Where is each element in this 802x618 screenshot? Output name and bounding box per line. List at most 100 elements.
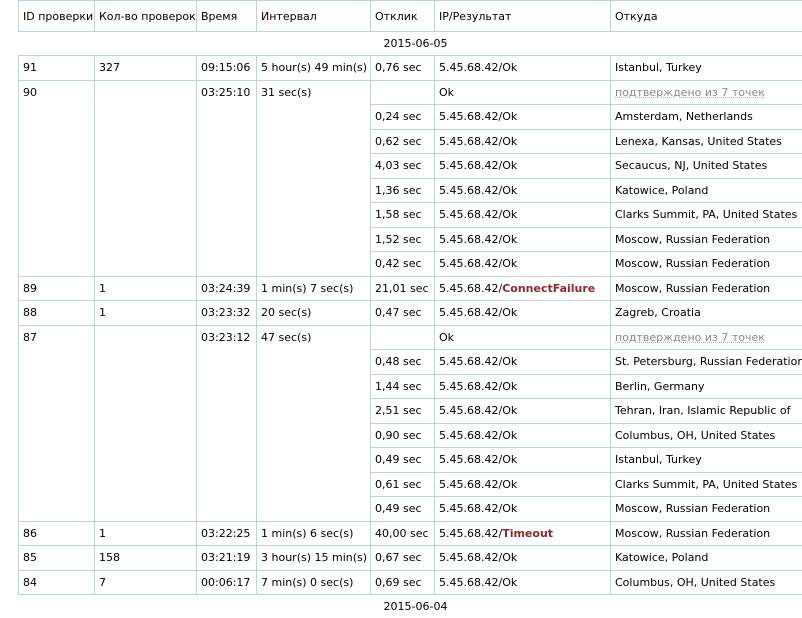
check-interval [256, 129, 371, 154]
check-id [18, 227, 95, 252]
check-subrow: 0,90 sec 5.45.68.42/Ok Columbus, OH, Unite… [18, 422, 802, 448]
check-count: 7 [94, 569, 197, 595]
check-location: Istanbul, Turkey [610, 55, 802, 81]
check-time [196, 423, 257, 448]
table-body: 2015-06-05 91 327 09:15:06 5 hour(s) 49 min(… [18, 31, 802, 618]
check-interval [256, 251, 371, 277]
check-ip-result: 5.45.68.42/Timeout [434, 520, 611, 546]
check-row: 86 1 03:22:25 1 min(s) 6 sec(s) 40,00 sec 5.4… [18, 520, 802, 546]
check-count [94, 324, 197, 350]
check-response: 0,76 sec [370, 55, 435, 81]
check-time: 03:23:32 [196, 300, 257, 326]
check-location: Clarks Summit, PA, United States [610, 202, 802, 228]
check-subrow: 0,62 sec 5.45.68.42/Ok Lenexa, Kansas, Uni… [18, 128, 802, 154]
check-time: 03:25:10 [196, 79, 257, 105]
check-location: Berlin, Germany [610, 373, 802, 399]
check-count: 1 [94, 300, 197, 326]
date-separator: 2015-06-05 [18, 31, 802, 56]
check-count [94, 104, 197, 129]
check-interval: 5 hour(s) 49 min(s) [256, 55, 371, 81]
check-interval: 1 min(s) 7 sec(s) [256, 275, 371, 301]
check-ip-result: 5.45.68.42/Ok [434, 447, 611, 473]
check-subrow: 0,49 sec 5.45.68.42/Ok Moscow, Russian Fed… [18, 496, 802, 522]
check-id [18, 178, 95, 203]
check-count [94, 202, 197, 227]
check-row: 91 327 09:15:06 5 hour(s) 49 min(s) 0,76 sec… [18, 55, 802, 81]
table-header-row: ID проверки Кол-во проверок Время Интерв… [18, 0, 802, 32]
check-time [196, 153, 257, 178]
confirm-link[interactable]: подтверждено из 7 точек [610, 324, 802, 350]
check-time [196, 374, 257, 399]
check-response: 21,01 sec [370, 275, 435, 301]
check-subrow: 2,51 sec 5.45.68.42/Ok Tehran, Iran, Islam… [18, 398, 802, 424]
check-row: 89 1 03:24:39 1 min(s) 7 sec(s) 21,01 sec 5.4… [18, 275, 802, 301]
checks-table-container: ID проверки Кол-во проверок Время Интерв… [0, 0, 802, 618]
ok-result: Ok [502, 551, 518, 565]
check-id: 86 [18, 520, 95, 546]
check-interval [256, 472, 371, 497]
check-subrow: 1,52 sec 5.45.68.42/Ok Moscow, Russian Fed… [18, 226, 802, 252]
check-interval [256, 374, 371, 399]
check-row: 87 03:23:12 47 sec(s) Ok подтверждено из 7 т… [18, 324, 802, 350]
check-response: 0,90 sec [370, 422, 435, 448]
header-id: ID проверки [18, 0, 95, 32]
check-ip-result: 5.45.68.42/ConnectFailure [434, 275, 611, 301]
check-ip-result: 5.45.68.42/Ok [434, 153, 611, 179]
ip-address: 5.45.68.42/ [439, 477, 503, 491]
check-interval [256, 153, 371, 178]
ip-address: 5.45.68.42/ [439, 404, 503, 418]
ok-result: Ok [502, 404, 518, 418]
ip-address: 5.45.68.42/ [439, 526, 503, 540]
check-response: 0,61 sec [370, 471, 435, 497]
ip-address: 5.45.68.42/ [439, 379, 503, 393]
check-ip-result: 5.45.68.42/Ok [434, 128, 611, 154]
check-response: 1,36 sec [370, 177, 435, 203]
ok-result: Ok [502, 453, 518, 467]
check-count [94, 251, 197, 277]
check-id [18, 374, 95, 399]
check-count [94, 374, 197, 399]
check-id [18, 398, 95, 423]
header-from: Откуда [610, 0, 802, 32]
check-response: 0,49 sec [370, 447, 435, 473]
check-count [94, 79, 197, 105]
check-subrow: 0,49 sec 5.45.68.42/Ok Istanbul, Turkey [18, 447, 802, 473]
check-location: Moscow, Russian Federation [610, 251, 802, 277]
check-summary-result: Ok [434, 79, 611, 105]
check-ip-result: 5.45.68.42/Ok [434, 471, 611, 497]
check-time [196, 398, 257, 423]
ok-result: Ok [502, 110, 518, 124]
check-id [18, 496, 95, 522]
check-count [94, 423, 197, 448]
check-ip-result: 5.45.68.42/Ok [434, 569, 611, 595]
check-count [94, 153, 197, 178]
check-response: 1,52 sec [370, 226, 435, 252]
ok-result: Ok [502, 61, 518, 75]
ip-address: 5.45.68.42/ [439, 110, 503, 124]
check-response: 4,03 sec [370, 153, 435, 179]
check-time: 03:23:12 [196, 324, 257, 350]
check-time [196, 472, 257, 497]
error-result: ConnectFailure [502, 281, 596, 295]
confirm-link[interactable]: подтверждено из 7 точек [610, 79, 802, 105]
check-interval [256, 178, 371, 203]
check-time [196, 349, 257, 374]
check-interval: 31 sec(s) [256, 79, 371, 105]
check-location: Moscow, Russian Federation [610, 496, 802, 522]
check-location: Amsterdam, Netherlands [610, 104, 802, 130]
check-time [196, 227, 257, 252]
check-response [370, 79, 435, 105]
check-time [196, 251, 257, 277]
check-count: 158 [94, 545, 197, 571]
check-response: 40,00 sec [370, 520, 435, 546]
ok-result: Ok [502, 257, 518, 271]
check-subrow: 0,24 sec 5.45.68.42/Ok Amsterdam, Netherla… [18, 104, 802, 130]
check-count [94, 447, 197, 472]
ok-result: Ok [502, 428, 518, 442]
check-response: 0,67 sec [370, 545, 435, 571]
ip-address: 5.45.68.42/ [439, 257, 503, 271]
check-location: Clarks Summit, PA, United States [610, 471, 802, 497]
check-id: 85 [18, 545, 95, 571]
header-ip-result: IP/Результат [434, 0, 611, 32]
check-id [18, 423, 95, 448]
